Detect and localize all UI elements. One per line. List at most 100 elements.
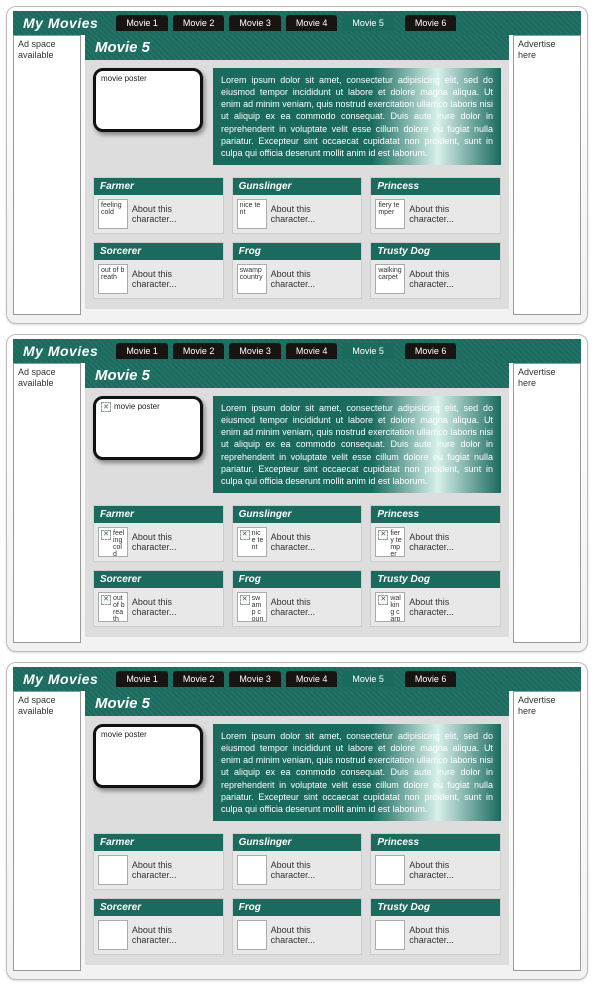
- character-name: Farmer: [94, 834, 223, 851]
- tab-movie-5[interactable]: Movie 5: [342, 671, 394, 687]
- broken-image-icon: [240, 595, 250, 605]
- character-name: Princess: [371, 834, 500, 851]
- character-thumb: out of breath: [98, 592, 128, 622]
- character-card[interactable]: Trusty Dogwalking carpetAbout this chara…: [370, 898, 501, 955]
- thumb-alt-text: feeling cold: [101, 202, 125, 216]
- tab-movie-6[interactable]: Movie 6: [405, 343, 457, 359]
- character-thumb: fiery temper: [375, 527, 405, 557]
- character-blurb: About this character...: [132, 532, 219, 552]
- character-thumb: nice tent: [237, 199, 267, 229]
- broken-image-icon: [101, 402, 111, 412]
- broken-image-icon: [101, 595, 111, 605]
- character-thumb: feeling cold: [98, 527, 128, 557]
- character-name: Princess: [371, 178, 500, 195]
- character-card[interactable]: Gunslingernice tentAbout this character.…: [232, 177, 363, 234]
- character-name: Sorcerer: [94, 899, 223, 916]
- character-thumb: fiery temper: [375, 855, 405, 885]
- character-name: Farmer: [94, 178, 223, 195]
- character-card[interactable]: Gunslinger nice tentAbout this character.…: [232, 833, 363, 890]
- character-card[interactable]: Sorcerer out of breath About this characte…: [93, 242, 224, 299]
- tab-movie-2[interactable]: Movie 2: [173, 671, 225, 687]
- character-card[interactable]: Trusty Dogwalking carpetAbout this chara…: [370, 242, 501, 299]
- tab-movie-5[interactable]: Movie 5: [342, 15, 394, 31]
- character-blurb: About this character...: [132, 269, 219, 289]
- movie-description: Lorem ipsum dolor sit amet, consectetur …: [213, 396, 501, 493]
- character-card[interactable]: Frog swamp countryAbout this character...: [232, 898, 363, 955]
- tab-movie-1[interactable]: Movie 1: [116, 671, 168, 687]
- character-name: Frog: [233, 571, 362, 588]
- character-name: Gunslinger: [233, 506, 362, 523]
- character-blurb: About this character...: [271, 532, 358, 552]
- tab-movie-2[interactable]: Movie 2: [173, 343, 225, 359]
- topbar: My MoviesMovie 1Movie 2Movie 3Movie 4Mov…: [13, 667, 581, 691]
- movie-description: Lorem ipsum dolor sit amet, consectetur …: [213, 724, 501, 821]
- right-ad-slot: Advertise here: [513, 35, 581, 315]
- right-ad-slot: Advertise here: [513, 691, 581, 971]
- movie-poster: movie poster: [93, 396, 203, 460]
- page-heading: Movie 5: [85, 691, 509, 716]
- tab-movie-4[interactable]: Movie 4: [286, 671, 338, 687]
- character-blurb: About this character...: [271, 925, 358, 945]
- thumb-alt-text: swamp country: [240, 267, 264, 281]
- character-thumb: nice tent: [237, 855, 267, 885]
- tab-movie-4[interactable]: Movie 4: [286, 15, 338, 31]
- tab-movie-3[interactable]: Movie 3: [229, 343, 281, 359]
- character-card[interactable]: Frogswamp countryAbout this character...: [232, 570, 363, 627]
- thumb-alt-text: fiery temper: [390, 530, 402, 557]
- poster-alt-text: movie poster: [101, 730, 147, 739]
- thumb-alt-text: nice tent: [240, 202, 264, 216]
- poster-alt-text: movie poster: [114, 402, 160, 411]
- character-thumb: swamp country: [237, 592, 267, 622]
- character-blurb: About this character...: [409, 269, 496, 289]
- character-card[interactable]: Sorcererout of breathAbout this characte…: [93, 898, 224, 955]
- thumb-alt-text: walking carpet: [378, 267, 402, 281]
- character-name: Sorcerer: [94, 243, 223, 260]
- character-thumb: feeling cold: [98, 855, 128, 885]
- character-name: Sorcerer: [94, 571, 223, 588]
- character-thumb: feeling cold: [98, 199, 128, 229]
- thumb-alt-text: out of breath: [101, 267, 125, 281]
- character-blurb: About this character...: [271, 860, 358, 880]
- character-card[interactable]: Princessfiery temperAbout this character…: [370, 505, 501, 562]
- tab-movie-2[interactable]: Movie 2: [173, 15, 225, 31]
- site-title: My Movies: [19, 15, 102, 31]
- tab-movie-4[interactable]: Movie 4: [286, 343, 338, 359]
- tab-movie-6[interactable]: Movie 6: [405, 671, 457, 687]
- character-card[interactable]: Gunslinger nice tentAbout this character.…: [232, 505, 363, 562]
- right-ad-slot: Advertise here: [513, 363, 581, 643]
- left-ad-slot: Ad space available: [13, 691, 81, 971]
- character-name: Trusty Dog: [371, 571, 500, 588]
- character-blurb: About this character...: [132, 597, 219, 617]
- character-thumb: nice tent: [237, 527, 267, 557]
- character-thumb: swamp country: [237, 920, 267, 950]
- tab-movie-3[interactable]: Movie 3: [229, 671, 281, 687]
- character-card[interactable]: Sorcerer out of breathAbout this characte…: [93, 570, 224, 627]
- character-name: Gunslinger: [233, 834, 362, 851]
- character-name: Farmer: [94, 506, 223, 523]
- character-card[interactable]: Farmerfeeling coldAbout this character..…: [93, 177, 224, 234]
- site-title: My Movies: [19, 343, 102, 359]
- character-thumb: swamp country: [237, 264, 267, 294]
- character-blurb: About this character...: [132, 860, 219, 880]
- character-card[interactable]: Farmer feeling cold About this character..…: [93, 505, 224, 562]
- main-content: Movie 5movie posterLorem ipsum dolor sit…: [85, 35, 509, 309]
- thumb-alt-text: feeling cold: [113, 530, 125, 557]
- character-card[interactable]: Princessfiery temperAbout this character…: [370, 833, 501, 890]
- character-card[interactable]: Farmer feeling coldAbout this character..…: [93, 833, 224, 890]
- character-card[interactable]: Frogswamp countryAbout this character...: [232, 242, 363, 299]
- character-thumb: out of breath: [98, 920, 128, 950]
- tab-movie-3[interactable]: Movie 3: [229, 15, 281, 31]
- movie-poster: movie poster: [93, 68, 203, 132]
- broken-image-icon: [101, 530, 111, 540]
- tab-movie-1[interactable]: Movie 1: [116, 15, 168, 31]
- left-ad-slot: Ad space available: [13, 363, 81, 643]
- tab-movie-5[interactable]: Movie 5: [342, 343, 394, 359]
- character-card[interactable]: Trusty Dogwalking carpetAbout this chara…: [370, 570, 501, 627]
- tab-movie-6[interactable]: Movie 6: [405, 15, 457, 31]
- tab-strip: Movie 1 Movie 2Movie 3 Movie 4Movie 5 Movie…: [116, 343, 575, 359]
- tab-strip: Movie 1 Movie 2Movie 3 Movie 4Movie 5 Movie…: [116, 671, 575, 687]
- character-card[interactable]: Princessfiery temperAbout this character…: [370, 177, 501, 234]
- character-thumb: walking carpet: [375, 264, 405, 294]
- character-name: Frog: [233, 899, 362, 916]
- tab-movie-1[interactable]: Movie 1: [116, 343, 168, 359]
